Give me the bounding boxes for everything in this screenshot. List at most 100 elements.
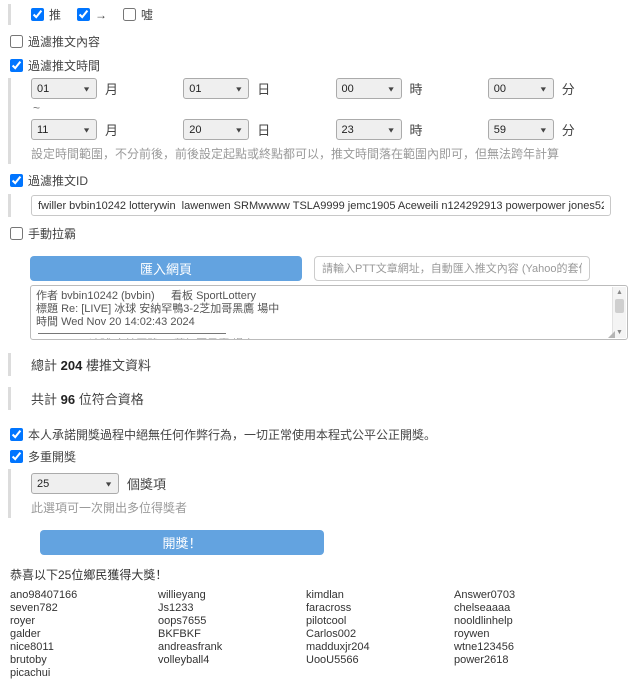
winner-name: madduxjr204 — [306, 641, 454, 653]
chevron-down-icon: ▼ — [82, 126, 91, 134]
content-filter-label: 過濾推文內容 — [28, 33, 100, 50]
winner-name: nooldlinhelp — [454, 615, 602, 627]
winner-column: willieyangJs1233oops7655BKFBKFandreasfra… — [158, 589, 306, 680]
scrollbar-thumb[interactable] — [615, 299, 624, 313]
time-filter-label: 過濾推文時間 — [28, 57, 100, 74]
prize-count-select[interactable]: 25 ▼ — [31, 473, 119, 494]
article-url-input[interactable] — [314, 256, 590, 281]
winner-name: andreasfrank — [158, 641, 306, 653]
chevron-down-icon: ▼ — [82, 85, 91, 93]
from-month-value: 01 — [37, 83, 49, 95]
range-tilde: ~ — [33, 101, 640, 115]
multi-draw-row: 多重開獎 — [10, 448, 640, 465]
from-month-select[interactable]: 01 ▼ — [31, 78, 97, 99]
to-month-select[interactable]: 11 ▼ — [31, 119, 97, 140]
winner-name: picachui — [10, 667, 158, 679]
multi-draw-label: 多重開獎 — [28, 448, 76, 465]
prize-count-value: 25 — [37, 478, 49, 490]
time-filter-row: 過濾推文時間 — [10, 57, 640, 74]
from-hour-select[interactable]: 00 ▼ — [336, 78, 402, 99]
chevron-down-icon: ▼ — [387, 126, 396, 134]
chevron-down-icon: ▼ — [234, 85, 243, 93]
ptt-lottery-app: 推 → 噓 過濾推文內容 過濾推文時間 01 ▼ 月 01 — [0, 4, 640, 510]
board-label: 看板 — [171, 290, 193, 302]
qualified-stat: 共計 96 位符合資格 — [8, 387, 640, 410]
to-hour-value: 23 — [342, 124, 354, 136]
prize-count-note: 此選項可一次開出多位得獎者 — [31, 499, 640, 516]
to-minute-select[interactable]: 59 ▼ — [488, 119, 554, 140]
chevron-down-icon: ▼ — [104, 480, 113, 488]
winner-name: roywen — [454, 628, 602, 640]
winner-name: oops7655 — [158, 615, 306, 627]
time-filter-checkbox[interactable] — [10, 59, 23, 72]
boo-label: 噓 — [141, 6, 153, 23]
winner-name: seven782 — [10, 602, 158, 614]
id-filter-input[interactable] — [31, 195, 611, 216]
winner-name: royer — [10, 615, 158, 627]
id-filter-block — [8, 194, 640, 217]
winner-name: galder — [10, 628, 158, 640]
winner-name: wtne123456 — [454, 641, 602, 653]
multi-draw-checkbox[interactable] — [10, 450, 23, 463]
to-month-value: 11 — [37, 124, 48, 136]
chevron-down-icon: ▼ — [234, 126, 243, 134]
winner-name: Carlos002 — [306, 628, 454, 640]
push-label: 推 — [49, 6, 61, 23]
day-unit: 日 — [257, 79, 270, 98]
minute-unit: 分 — [562, 120, 575, 139]
manual-mode-checkbox[interactable] — [10, 227, 23, 240]
textarea-resize-handle[interactable] — [608, 331, 615, 338]
manual-mode-row: 手動拉霸 — [10, 225, 640, 242]
pledge-label: 本人承諾開獎過程中絕無任何作弊行為，一切正常使用本程式公平公正開獎。 — [28, 426, 436, 443]
qualified-prefix: 共計 — [31, 392, 57, 407]
winner-name: willieyang — [158, 589, 306, 601]
to-day-value: 20 — [189, 124, 201, 136]
title-value: Re: [LIVE] 冰球 安納罕鴨3-2芝加哥黑鷹 場中 — [61, 303, 279, 315]
scroll-up-icon[interactable]: ▲ — [613, 287, 626, 298]
content-filter-row: 過濾推文內容 — [10, 33, 640, 50]
time-range-note: 設定時間範圍，不分前後，前後設定起點或終點都可以，推文時間落在範圍內即可，但無法… — [31, 145, 640, 162]
arrow-checkbox[interactable] — [77, 8, 90, 21]
from-minute-value: 00 — [494, 83, 506, 95]
time-range-block: 01 ▼ 月 01 ▼ 日 00 ▼ 時 — [8, 78, 640, 164]
import-page-button[interactable]: 匯入網頁 — [30, 256, 302, 281]
winner-name: kimdlan — [306, 589, 454, 601]
winner-name: faracross — [306, 602, 454, 614]
from-minute-select[interactable]: 00 ▼ — [488, 78, 554, 99]
content-filter-checkbox[interactable] — [10, 35, 23, 48]
month-unit: 月 — [105, 79, 118, 98]
chevron-down-icon: ▼ — [539, 85, 548, 93]
article-content-textarea[interactable]: 作者 bvbin10242 (bvbin) 看板 SportLottery 標題… — [30, 285, 628, 340]
prize-unit-label: 個獎項 — [127, 474, 166, 493]
total-count: 204 — [61, 358, 83, 373]
prize-count-block: 25 ▼ 個獎項 此選項可一次開出多位得獎者 — [8, 469, 640, 518]
total-prefix: 總計 — [31, 358, 57, 373]
id-filter-label: 過濾推文ID — [28, 172, 88, 189]
to-hour-select[interactable]: 23 ▼ — [336, 119, 402, 140]
to-day-select[interactable]: 20 ▼ — [183, 119, 249, 140]
hour-unit: 時 — [410, 120, 423, 139]
day-unit: 日 — [257, 120, 270, 139]
hour-unit: 時 — [410, 79, 423, 98]
winner-name: brutoby — [10, 654, 158, 666]
draw-button[interactable]: 開獎！ — [40, 530, 324, 555]
boo-checkbox[interactable] — [123, 8, 136, 21]
article-divider — [38, 333, 226, 334]
winner-column: ano98407166seven782royergaldernice8011br… — [10, 589, 158, 680]
winner-name: ano98407166 — [10, 589, 158, 601]
push-checkbox[interactable] — [31, 8, 44, 21]
qualified-suffix: 位符合資格 — [79, 392, 144, 407]
total-suffix: 樓推文資料 — [86, 358, 151, 373]
title-label: 標題 — [36, 303, 58, 315]
pledge-row: 本人承諾開獎過程中絕無任何作弊行為，一切正常使用本程式公平公正開獎。 — [10, 426, 640, 443]
time-label: 時間 — [36, 316, 58, 328]
from-day-select[interactable]: 01 ▼ — [183, 78, 249, 99]
pledge-checkbox[interactable] — [10, 428, 23, 441]
to-minute-value: 59 — [494, 124, 506, 136]
id-filter-checkbox[interactable] — [10, 174, 23, 187]
qualified-count: 96 — [61, 392, 75, 407]
import-section: 匯入網頁 — [30, 256, 640, 281]
chevron-down-icon: ▼ — [387, 85, 396, 93]
chevron-down-icon: ▼ — [539, 126, 548, 134]
manual-mode-label: 手動拉霸 — [28, 225, 76, 242]
